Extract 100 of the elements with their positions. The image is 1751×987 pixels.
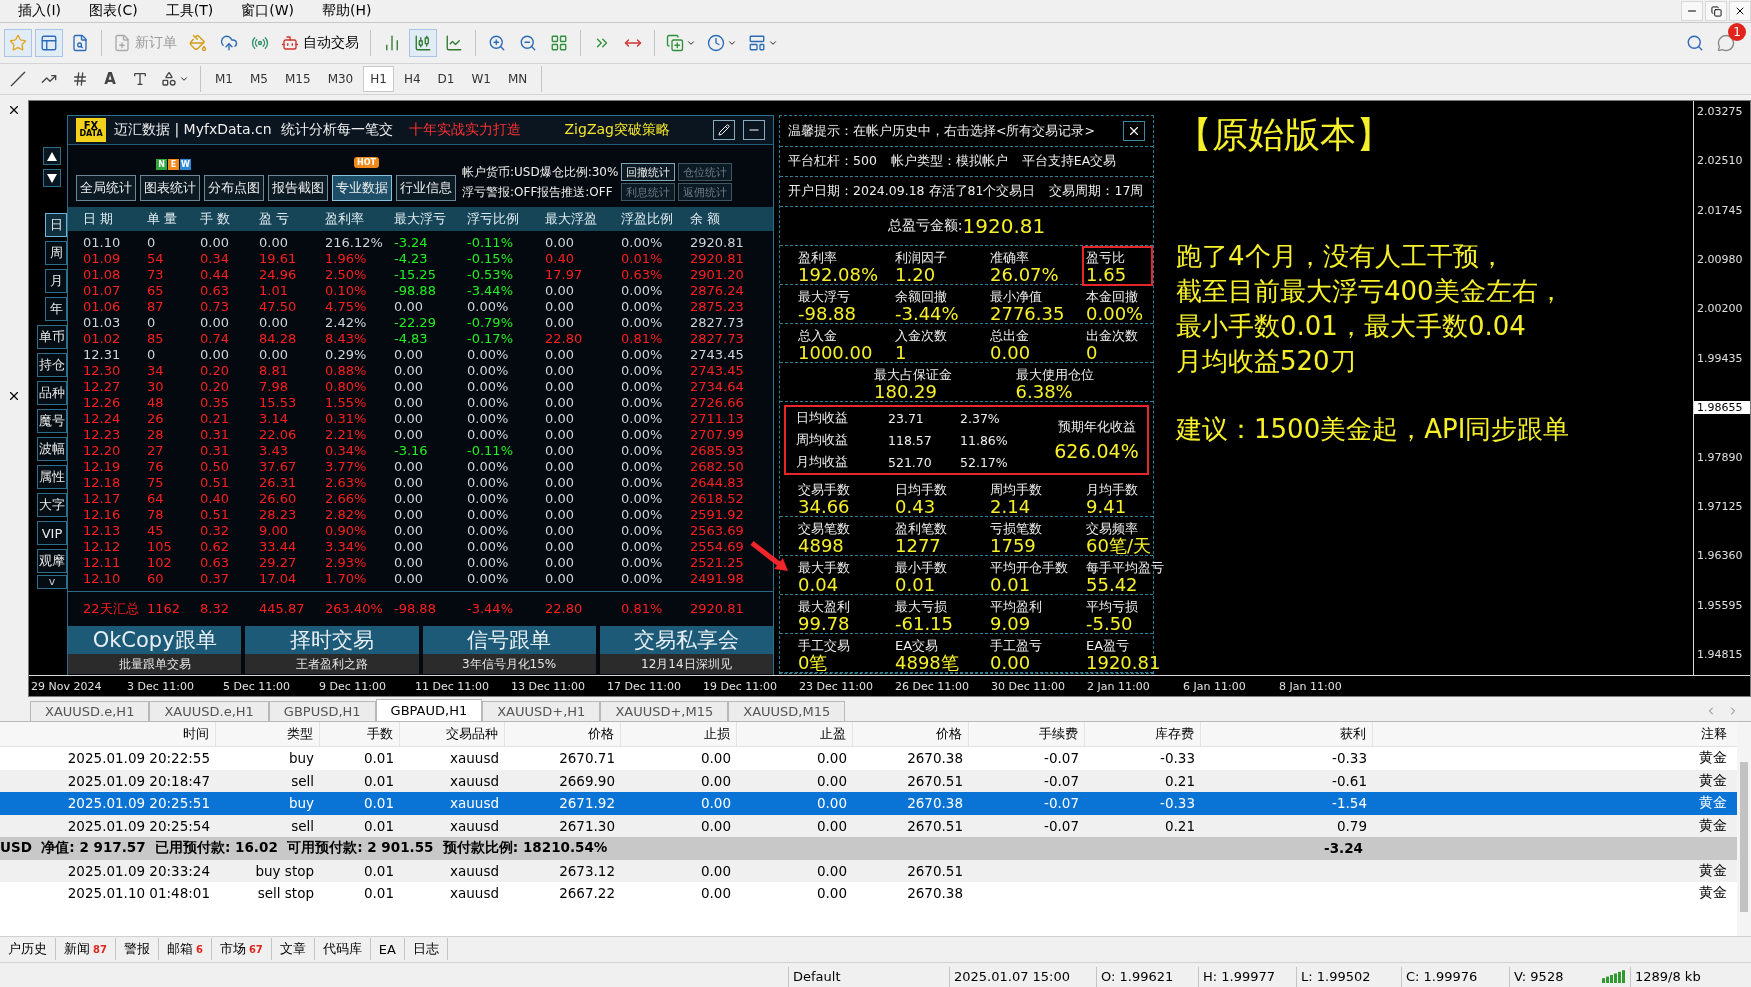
menu-item[interactable]: 图表(C) — [75, 2, 152, 20]
side-tab[interactable]: 品种 — [37, 381, 67, 405]
column-header[interactable]: 手续费 — [969, 722, 1085, 746]
column-header[interactable]: 获利 — [1201, 722, 1373, 746]
window-list-icon[interactable] — [35, 29, 63, 57]
side-tab[interactable]: 年 — [45, 297, 67, 321]
table-cell-text: 2827.73 — [690, 315, 745, 331]
edit-button[interactable] — [713, 120, 735, 140]
trade-row[interactable]: 2025.01.09 20:18:47 sell 0.01 xauusd 2669.90 0.00 0.00 2670.51 -0.07 0.21 -0.61 黄金 — [0, 769, 1737, 792]
restore-button[interactable] — [1705, 1, 1727, 21]
chart-tab[interactable]: GBPUSD,H1 — [268, 701, 376, 721]
terminal-tab[interactable]: 代码库 — [314, 938, 371, 960]
banner-subtitle[interactable]: 12月14日深圳见 — [599, 654, 773, 674]
chart-tab[interactable]: XAUUSD.e,H1 — [30, 701, 150, 721]
timeframe-button[interactable]: H1 — [363, 66, 394, 92]
terminal-tab[interactable]: 邮箱 6 — [158, 938, 212, 960]
trade-row[interactable]: 2025.01.09 20:25:51 buy 0.01 xauusd 2671.92 0.00 0.00 2670.38 -0.07 -0.33 -1.54 黄金 — [0, 792, 1737, 815]
minimize-button[interactable] — [743, 120, 765, 140]
order-row[interactable]: 2025.01.09 20:33:24 buy stop 0.01 xauusd 2673.12 0.00 0.00 2670.51 黄金 — [0, 859, 1737, 882]
banner-title[interactable]: 信号跟单 — [422, 626, 596, 654]
banner-subtitle[interactable]: 3年信号月化15% — [422, 654, 596, 674]
side-tab[interactable]: 观摩 — [37, 549, 67, 573]
side-tab[interactable]: 属性 — [37, 465, 67, 489]
panel-tab[interactable]: 报告截图 — [268, 175, 328, 201]
candlestick-icon[interactable] — [409, 29, 437, 57]
terminal-tab[interactable]: EA — [370, 938, 405, 960]
banner-title[interactable]: OkCopy跟单 — [68, 626, 242, 654]
side-tab[interactable]: 波幅 — [37, 437, 67, 461]
column-header[interactable]: 库存费 — [1085, 722, 1201, 746]
table-cell-text: 2.63% — [325, 475, 368, 491]
terminal-tab[interactable]: 日志 — [404, 938, 448, 960]
column-header[interactable]: 注释 — [1373, 722, 1737, 746]
panel-tab[interactable]: 行业信息 — [396, 175, 456, 201]
column-header[interactable]: 手数 — [320, 722, 400, 746]
chart-tab[interactable]: GBPAUD,H1 — [375, 699, 483, 721]
side-tab[interactable]: 持仓 — [37, 353, 67, 377]
scroll-down-button[interactable] — [43, 169, 61, 187]
side-tab[interactable]: 月 — [45, 269, 67, 293]
timeframe-button[interactable]: M5 — [243, 66, 275, 92]
terminal-tab[interactable]: 警报 — [115, 938, 159, 960]
table-cell-text: 0.10% — [325, 283, 368, 299]
chart-tab[interactable]: XAUUSD.e,H1 — [149, 701, 269, 721]
more-button[interactable]: v — [37, 575, 67, 589]
table-cell-text: 黄金 — [1698, 816, 1728, 835]
side-tab[interactable]: 魔号 — [37, 409, 67, 433]
trade-row[interactable]: 2025.01.09 20:25:54 sell 0.01 xauusd 2671.30 0.00 0.00 2670.51 -0.07 0.21 0.79 黄金 — [0, 814, 1737, 837]
minimize-button[interactable] — [1681, 1, 1703, 21]
close-button[interactable] — [1123, 121, 1145, 141]
side-tab[interactable]: 大字 — [37, 493, 67, 517]
terminal-tab[interactable]: 文章 — [271, 938, 315, 960]
table-cell-text: 0.00% — [467, 507, 510, 523]
table-cell-text: 0.00 — [545, 555, 575, 571]
column-header[interactable]: 止盈 — [737, 722, 853, 746]
banner-subtitle[interactable]: 王者盈利之路 — [245, 654, 419, 674]
column-header[interactable]: 类型 — [216, 722, 320, 746]
chart-tab[interactable]: XAUUSD+,M15 — [600, 701, 729, 721]
stats-button[interactable]: 回撤统计 — [621, 163, 676, 181]
timeframe-button[interactable]: MN — [500, 66, 535, 92]
table-cell-text: 0.00% — [621, 315, 664, 331]
terminal-tab[interactable]: 新闻 87 — [56, 938, 116, 960]
panel-tab[interactable]: 专业数据 — [332, 175, 392, 201]
chart-tab[interactable]: XAUUSD,M15 — [728, 701, 846, 721]
column-header[interactable]: 价格 — [853, 722, 969, 746]
side-tab[interactable]: 周 — [45, 241, 67, 265]
table-cell-text: 3.77% — [325, 459, 368, 475]
column-header[interactable]: 价格 — [505, 722, 621, 746]
menu-item[interactable]: 插入(I) — [0, 2, 76, 20]
tab-label: 新闻 — [64, 940, 90, 958]
scroll-up-button[interactable] — [43, 147, 61, 165]
timeframe-button[interactable]: M30 — [320, 66, 361, 92]
scrollbar-thumb[interactable] — [1740, 762, 1748, 912]
table-cell-text: 2.82% — [325, 507, 368, 523]
metric-label: 总入金 — [798, 327, 838, 344]
timeframe-button[interactable]: M15 — [278, 66, 318, 92]
banner-subtitle[interactable]: 批量跟单交易 — [68, 654, 242, 674]
auto-trading-button[interactable]: 自动交易 — [277, 29, 363, 57]
column-header[interactable]: 时间 — [0, 722, 216, 746]
column-header[interactable]: 交易品种 — [400, 722, 505, 746]
terminal-tab[interactable]: 户历史 — [0, 938, 56, 960]
timeframe-button[interactable]: M1 — [208, 66, 240, 92]
chart-tab[interactable]: XAUUSD+,H1 — [482, 701, 601, 721]
text-tool-button[interactable]: A — [97, 66, 123, 92]
panel-tab[interactable]: 分布点图 — [204, 175, 264, 201]
terminal-tab[interactable]: 市场 67 — [211, 938, 272, 960]
banner-title[interactable]: 交易私享会 — [599, 626, 773, 654]
panel-tab[interactable]: 全局统计 — [76, 175, 136, 201]
metric-label: 日均手数 — [895, 481, 948, 498]
panel-tab[interactable]: 图表统计 — [140, 175, 200, 201]
side-tab[interactable]: VIP — [37, 521, 67, 545]
timeframe-button[interactable]: D1 — [430, 66, 462, 92]
column-header[interactable]: 止损 — [621, 722, 737, 746]
menu-item[interactable]: 帮助(H) — [308, 2, 386, 20]
menu-item[interactable]: 工具(T) — [151, 2, 228, 20]
side-tab[interactable]: 日 — [45, 213, 67, 237]
timeframe-button[interactable]: H4 — [396, 66, 428, 92]
timeframe-button[interactable]: W1 — [464, 66, 498, 92]
side-tab[interactable]: 单币 — [37, 325, 67, 349]
table-cell-text: 2827.73 — [690, 331, 745, 347]
banner-title[interactable]: 择时交易 — [245, 626, 419, 654]
menu-item[interactable]: 窗口(W) — [227, 2, 309, 20]
